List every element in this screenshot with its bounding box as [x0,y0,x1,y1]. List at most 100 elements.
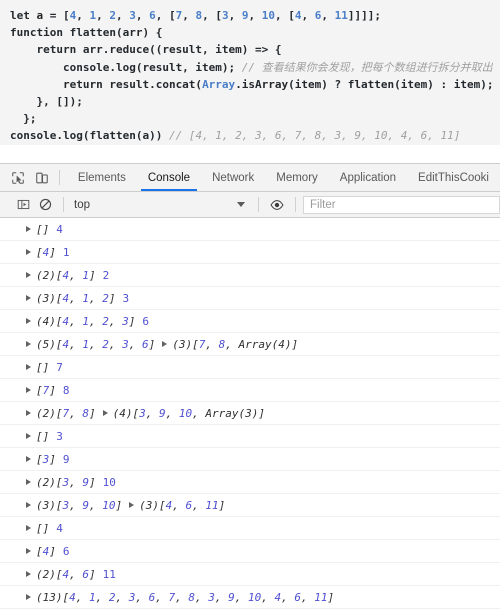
code-token: 3 [129,9,136,22]
expand-arrow-icon[interactable] [26,525,31,531]
console-log-row[interactable]: [] 7 [0,356,500,379]
console-log-row[interactable]: (5) [4, 1, 2, 3, 6] (3) [7, 8, Array(4)] [0,333,500,356]
tab-label: Network [212,171,255,184]
inspect-element-icon[interactable] [6,164,30,191]
tab-console[interactable]: Console [137,164,201,191]
console-log-row[interactable]: (2) [3, 9] 10 [0,471,500,494]
code-token: , [182,9,196,22]
console-arg-array: [] [36,521,50,535]
console-log-row[interactable]: (3) [3, 9, 10] (3) [4, 6, 11] [0,494,500,517]
console-log-row[interactable]: (2) [7, 8] (4) [3, 9, 10, Array(3)] [0,402,500,425]
array-length-label: (3) [139,498,159,512]
expand-arrow-icon[interactable] [26,410,31,416]
console-log-row[interactable]: [3] 9 [0,448,500,471]
console-arg-number: 11 [102,567,116,581]
tab-editthiscooki[interactable]: EditThisCooki [407,164,500,191]
expand-arrow-icon[interactable] [26,479,31,485]
device-toolbar-icon[interactable] [30,164,54,191]
console-arg-array: [4, 1, 2, 3, 6, 7, 8, 3, 9, 10, 4, 6, 11… [62,590,335,604]
code-token: console.log(result, item); [10,60,242,74]
tab-network[interactable]: Network [201,164,265,191]
execution-context-select[interactable]: top [71,195,251,215]
code-line: console.log(flatten(a)) // [4, 1, 2, 3, … [0,127,500,144]
expand-arrow-icon[interactable] [26,249,31,255]
code-token: 查看结果你会发现，把每个数组进行拆分并取出 [261,60,493,74]
code-line: function flatten(arr) { [0,24,500,41]
console-arg-array: [3, 9, 10] [55,498,123,512]
console-arg-array: [4, 6] [55,567,96,581]
array-length-label: (2) [36,567,56,581]
expand-arrow-icon[interactable] [26,594,31,600]
code-devtools-gap [0,145,500,163]
expand-arrow-icon[interactable] [26,226,31,232]
live-expression-icon[interactable] [266,191,288,219]
tab-application[interactable]: Application [329,164,407,191]
filter-input[interactable] [303,195,500,214]
console-arg-number: 6 [62,544,70,558]
code-token: , [321,9,335,22]
code-token: // [241,60,262,74]
console-log-row[interactable]: [] 3 [0,425,500,448]
console-arg-array: [4, 1, 2, 3, 6] [55,337,156,351]
console-log-row[interactable]: (2) [4, 1] 2 [0,264,500,287]
expand-arrow-icon[interactable] [26,341,31,347]
expand-arrow-icon[interactable] [129,502,135,508]
console-arg-number: 7 [56,360,63,374]
console-arg-number: 9 [62,452,70,466]
console-log-row[interactable]: [7] 8 [0,379,500,402]
code-token: 10 [261,9,275,22]
array-length-label: (3) [36,498,56,512]
console-log-row[interactable]: (4) [4, 1, 2, 3] 6 [0,310,500,333]
code-line: }, []); [0,93,500,110]
code-token: return result.concat( [10,77,203,91]
console-arg-array-group: (3) [4, 6, 11] [129,499,225,512]
filterbar-divider-3 [295,197,296,212]
tab-label: Application [339,171,397,184]
console-log-row[interactable]: [] 4 [0,517,500,540]
code-token: }, []); [10,95,83,109]
expand-arrow-icon[interactable] [162,341,168,347]
expand-arrow-icon[interactable] [26,571,31,577]
clear-console-icon[interactable] [34,191,56,219]
code-token: Array [202,77,236,91]
array-length-label: (3) [36,291,56,305]
tab-label: EditThisCooki [418,171,489,184]
filterbar-divider-2 [258,197,259,212]
expand-arrow-icon[interactable] [26,433,31,439]
code-token: 3 [221,9,229,22]
expand-arrow-icon[interactable] [26,272,31,278]
code-token: , [301,9,315,22]
code-token: 2 [109,9,116,22]
code-token: }; [10,112,37,126]
expand-arrow-icon[interactable] [26,364,31,370]
console-log-row[interactable]: (3) [4, 1, 2] 3 [0,287,500,310]
console-arg-array: [7] [36,383,56,397]
console-arg-array: [3, 9, 10, Array(3)] [132,406,265,420]
console-log-row[interactable]: [4] 6 [0,540,500,563]
code-token: , [248,9,262,22]
console-log-row[interactable]: [] 4 [0,218,500,241]
code-token: , [ [155,9,176,22]
code-line: return arr.reduce((result, item) => { [0,41,500,58]
expand-arrow-icon[interactable] [102,410,108,416]
expand-arrow-icon[interactable] [26,295,31,301]
console-log-row[interactable]: [4] 1 [0,241,500,264]
tab-memory[interactable]: Memory [265,164,329,191]
expand-arrow-icon[interactable] [26,502,31,508]
console-sidebar-icon[interactable] [12,191,34,219]
console-arg-array: [7, 8] [55,406,96,420]
console-arg-array: [7, 8, Array(4)] [192,337,299,351]
expand-arrow-icon[interactable] [26,548,31,554]
console-log-row[interactable]: (13) [4, 1, 2, 3, 6, 7, 8, 3, 9, 10, 4, … [0,586,500,609]
console-log-row[interactable]: (2) [4, 6] 11 [0,563,500,586]
toolbar-divider [59,170,60,185]
expand-arrow-icon[interactable] [26,456,31,462]
expand-arrow-icon[interactable] [26,318,31,324]
array-length-label: (5) [36,337,56,351]
tab-elements[interactable]: Elements [67,164,137,191]
console-arg-number: 8 [62,383,70,397]
console-arg-array: [] [36,222,50,236]
execution-context-value: top [74,198,90,211]
code-line: }; [0,110,500,127]
expand-arrow-icon[interactable] [26,387,31,393]
